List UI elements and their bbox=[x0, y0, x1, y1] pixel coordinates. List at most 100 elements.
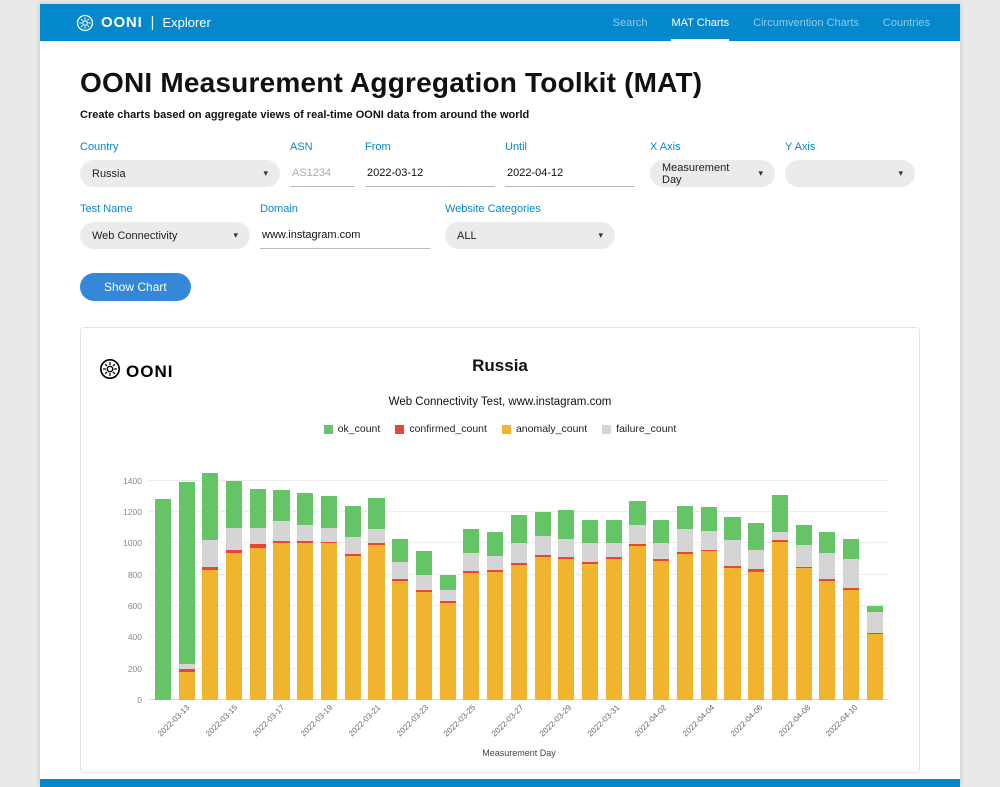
bar-slot bbox=[198, 465, 222, 700]
legend-label: anomaly_count bbox=[516, 423, 587, 435]
test-name-label: Test Name bbox=[80, 203, 250, 215]
bar-segment-anomaly_count bbox=[772, 542, 788, 700]
stacked-bar[interactable] bbox=[440, 575, 456, 700]
bar-slot bbox=[602, 465, 626, 700]
stacked-bar[interactable] bbox=[629, 501, 645, 700]
website-categories-select[interactable]: ALL ▾ bbox=[445, 222, 615, 249]
bar-segment-failure_count bbox=[629, 525, 645, 545]
stacked-bar[interactable] bbox=[250, 489, 266, 700]
stacked-bar[interactable] bbox=[843, 539, 859, 700]
country-select[interactable]: Russia ▾ bbox=[80, 160, 280, 187]
asn-input[interactable] bbox=[290, 160, 355, 187]
x-tick-label: 2022-03-19 bbox=[299, 703, 334, 738]
stacked-bar[interactable] bbox=[867, 606, 883, 700]
test-name-select[interactable]: Web Connectivity ▾ bbox=[80, 222, 250, 249]
website-categories-label: Website Categories bbox=[445, 203, 615, 215]
bar-slot bbox=[531, 465, 555, 700]
x-tick-label: 2022-04-02 bbox=[633, 703, 668, 738]
show-chart-button[interactable]: Show Chart bbox=[80, 273, 191, 301]
bar-segment-anomaly_count bbox=[629, 546, 645, 700]
bar-slot bbox=[388, 465, 412, 700]
stacked-bar[interactable] bbox=[321, 496, 337, 700]
stacked-bar[interactable] bbox=[202, 473, 218, 700]
stacked-bar[interactable] bbox=[796, 525, 812, 700]
bar-segment-failure_count bbox=[724, 540, 740, 566]
stacked-bar[interactable] bbox=[463, 529, 479, 700]
footer-bar bbox=[40, 779, 960, 787]
stacked-bar[interactable] bbox=[606, 520, 622, 700]
chevron-down-icon: ▾ bbox=[598, 230, 603, 241]
y-axis-select[interactable]: ▾ bbox=[785, 160, 915, 187]
bar-segment-anomaly_count bbox=[535, 557, 551, 700]
bar-segment-ok_count bbox=[179, 482, 195, 664]
stacked-bar[interactable] bbox=[179, 482, 195, 700]
x-tick-label: 2022-03-31 bbox=[586, 703, 621, 738]
stacked-bar[interactable] bbox=[748, 523, 764, 700]
bar-segment-ok_count bbox=[392, 539, 408, 563]
stacked-bar[interactable] bbox=[677, 506, 693, 700]
chevron-down-icon: ▾ bbox=[898, 168, 903, 179]
bar-segment-failure_count bbox=[345, 537, 361, 553]
bar-segment-anomaly_count bbox=[819, 581, 835, 700]
website-categories-field: Website Categories ALL ▾ bbox=[445, 203, 615, 249]
stacked-bar[interactable] bbox=[701, 507, 717, 700]
legend-item-failure_count[interactable]: failure_count bbox=[602, 423, 676, 435]
stacked-bar[interactable] bbox=[273, 490, 289, 700]
legend-item-anomaly_count[interactable]: anomaly_count bbox=[502, 423, 587, 435]
stacked-bar[interactable] bbox=[772, 495, 788, 700]
stacked-bar[interactable] bbox=[368, 498, 384, 700]
stacked-bar[interactable] bbox=[582, 520, 598, 700]
nav-item-search[interactable]: Search bbox=[613, 4, 648, 41]
top-nav-bar: OONI | Explorer Search MAT Charts Circumve… bbox=[40, 4, 960, 41]
bar-segment-failure_count bbox=[463, 553, 479, 571]
x-tick-label: 2022-04-06 bbox=[729, 703, 764, 738]
until-label: Until bbox=[505, 141, 635, 153]
bar-slot bbox=[863, 465, 887, 700]
stacked-bar[interactable] bbox=[345, 506, 361, 700]
legend-item-confirmed_count[interactable]: confirmed_count bbox=[395, 423, 487, 435]
stacked-bar[interactable] bbox=[297, 493, 313, 700]
ooni-logo-icon bbox=[76, 14, 94, 32]
stacked-bar[interactable] bbox=[226, 481, 242, 700]
brand[interactable]: OONI | Explorer bbox=[76, 14, 211, 32]
stacked-bar[interactable] bbox=[155, 499, 171, 700]
bar-segment-ok_count bbox=[463, 529, 479, 553]
domain-input[interactable] bbox=[260, 222, 430, 249]
bar-segment-anomaly_count bbox=[392, 581, 408, 700]
nav-item-circumvention-charts[interactable]: Circumvention Charts bbox=[753, 4, 859, 41]
y-tick-label: 0 bbox=[137, 695, 142, 705]
legend-item-ok_count[interactable]: ok_count bbox=[324, 423, 381, 435]
from-label: From bbox=[365, 141, 495, 153]
stacked-bar[interactable] bbox=[392, 539, 408, 700]
x-axis-select[interactable]: Measurement Day ▾ bbox=[650, 160, 775, 187]
x-axis-title: Measurement Day bbox=[149, 748, 889, 768]
bar-segment-failure_count bbox=[297, 525, 313, 541]
bar-segment-anomaly_count bbox=[701, 551, 717, 700]
bar-slot bbox=[341, 465, 365, 700]
nav-item-mat-charts[interactable]: MAT Charts bbox=[671, 4, 729, 41]
bar-segment-ok_count bbox=[629, 501, 645, 525]
legend-swatch bbox=[395, 425, 404, 434]
stacked-bar[interactable] bbox=[535, 512, 551, 700]
y-tick-label: 1400 bbox=[123, 476, 142, 486]
y-tick-label: 800 bbox=[128, 570, 142, 580]
x-tick-label: 2022-03-23 bbox=[395, 703, 430, 738]
filter-row-1: Country Russia ▾ ASN From Until X Axis bbox=[80, 141, 920, 187]
nav-item-countries[interactable]: Countries bbox=[883, 4, 930, 41]
legend-label: failure_count bbox=[616, 423, 676, 435]
stacked-bar[interactable] bbox=[511, 515, 527, 700]
stacked-bar[interactable] bbox=[819, 532, 835, 700]
from-date-input[interactable] bbox=[365, 160, 495, 187]
stacked-bar[interactable] bbox=[416, 551, 432, 700]
bar-segment-anomaly_count bbox=[179, 672, 195, 700]
stacked-bar[interactable] bbox=[653, 520, 669, 700]
stacked-bar[interactable] bbox=[487, 532, 503, 700]
bar-segment-failure_count bbox=[392, 562, 408, 578]
bar-segment-anomaly_count bbox=[345, 556, 361, 700]
domain-field: Domain bbox=[260, 203, 430, 249]
stacked-bar[interactable] bbox=[558, 510, 574, 700]
bar-slot bbox=[222, 465, 246, 700]
bar-segment-ok_count bbox=[724, 517, 740, 541]
until-date-input[interactable] bbox=[505, 160, 635, 187]
stacked-bar[interactable] bbox=[724, 517, 740, 700]
